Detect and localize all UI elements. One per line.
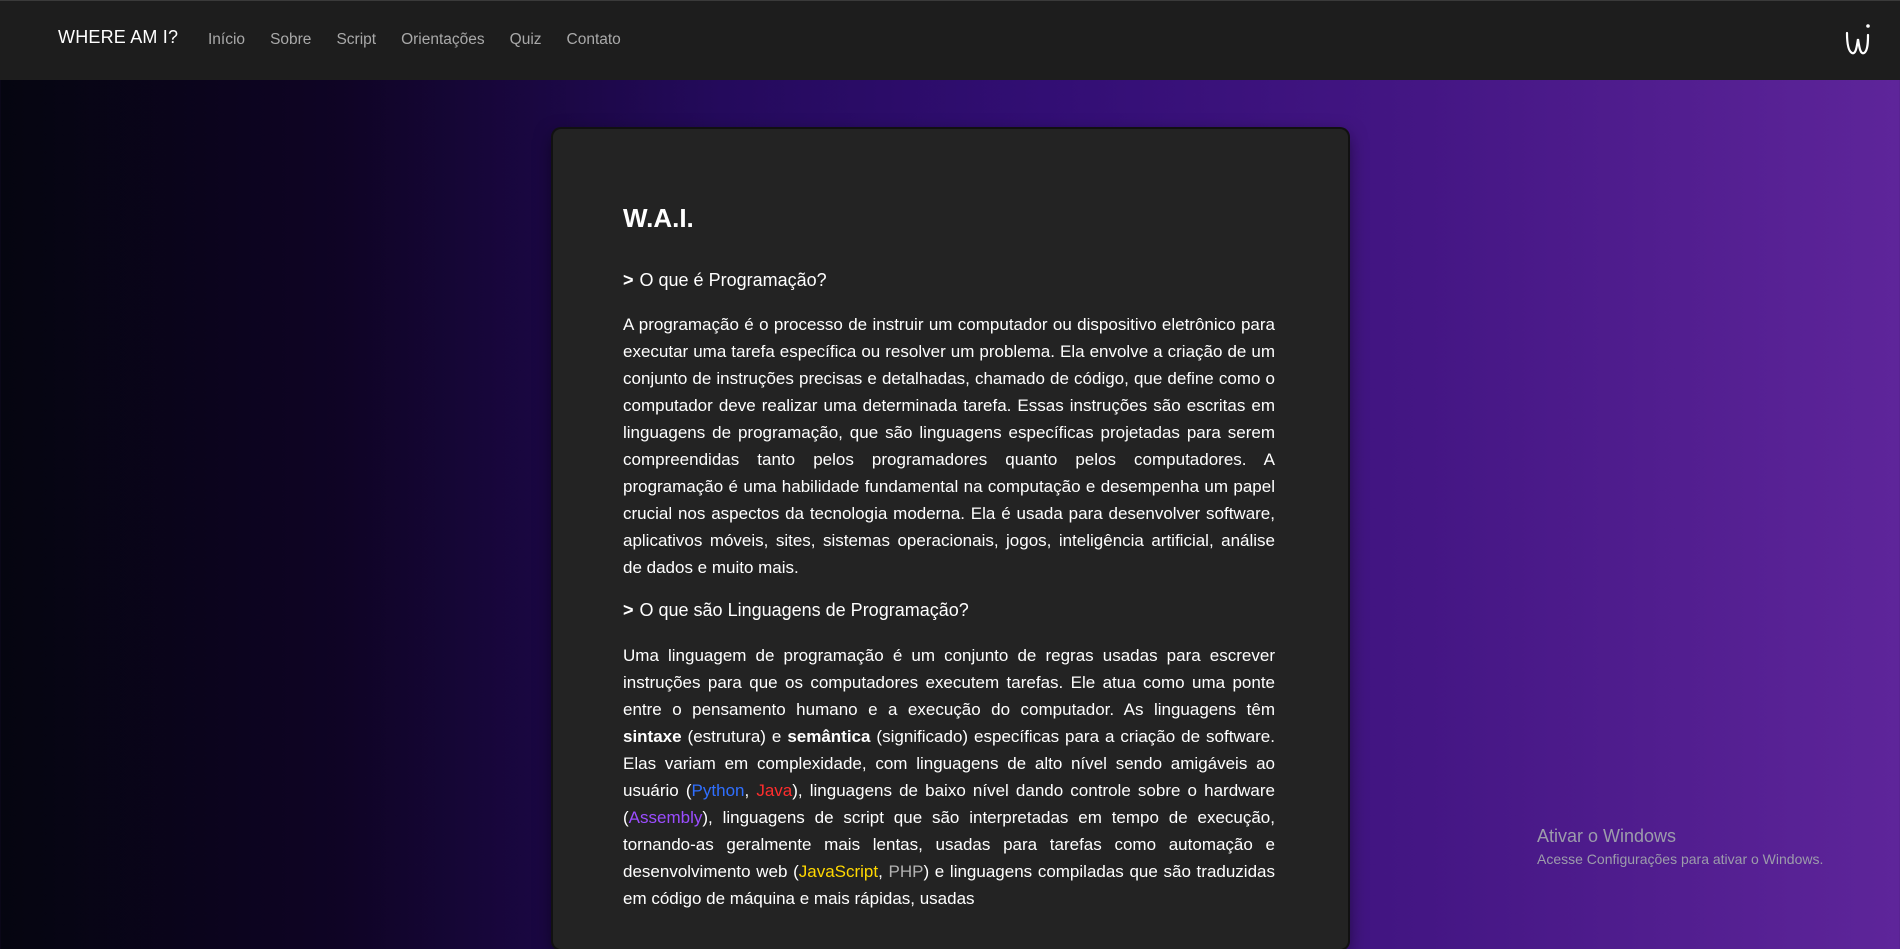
paragraph-linguagens: Uma linguagem de programação é um conjun… (623, 642, 1275, 912)
keyword-assembly: Assembly (628, 808, 703, 827)
content-card: W.A.I. > O que é Programação? A programaç… (553, 129, 1348, 949)
heading-marker: > (623, 270, 634, 290)
nav-links: Início Sobre Script Orientações Quiz Con… (208, 31, 646, 49)
watermark-subtitle: Acesse Configurações para ativar o Windo… (1537, 851, 1824, 867)
brand-link[interactable]: WHERE AM I? (58, 27, 178, 48)
text-run: Uma linguagem de programação é um conjun… (623, 646, 1275, 719)
paragraph-programacao: A programação é o processo de instruir u… (623, 315, 1275, 577)
nav-link-orientacoes[interactable]: Orientações (401, 31, 485, 49)
windows-activation-watermark: Ativar o Windows Acesse Configurações pa… (1537, 826, 1823, 867)
nav-link-contato[interactable]: Contato (567, 31, 621, 49)
section-heading-linguagens: > O que são Linguagens de Programação? (623, 600, 969, 621)
term-semantica: semântica (787, 727, 871, 746)
watermark-title: Ativar o Windows (1537, 826, 1677, 846)
keyword-php: PHP (888, 862, 924, 881)
nav-link-quiz[interactable]: Quiz (510, 31, 542, 49)
top-navbar: WHERE AM I? Início Sobre Script Orientaç… (0, 0, 1900, 80)
keyword-javascript: JavaScript (798, 862, 879, 881)
nav-link-sobre[interactable]: Sobre (270, 31, 311, 49)
keyword-python: Python (691, 781, 745, 800)
wai-logo-icon[interactable] (1843, 21, 1873, 59)
nav-link-script[interactable]: Script (336, 31, 376, 49)
nav-link-inicio[interactable]: Início (208, 31, 245, 49)
heading-text: O que são Linguagens de Programação? (639, 600, 969, 620)
text-run: (estrutura) e (681, 727, 788, 746)
heading-marker: > (623, 600, 634, 620)
keyword-java: Java (756, 781, 793, 800)
heading-text: O que é Programação? (639, 270, 827, 290)
text-run: , (878, 862, 889, 881)
term-sintaxe: sintaxe (623, 727, 682, 746)
page-title: W.A.I. (623, 203, 694, 233)
text-run: , (744, 781, 757, 800)
section-heading-programacao: > O que é Programação? (623, 270, 827, 291)
